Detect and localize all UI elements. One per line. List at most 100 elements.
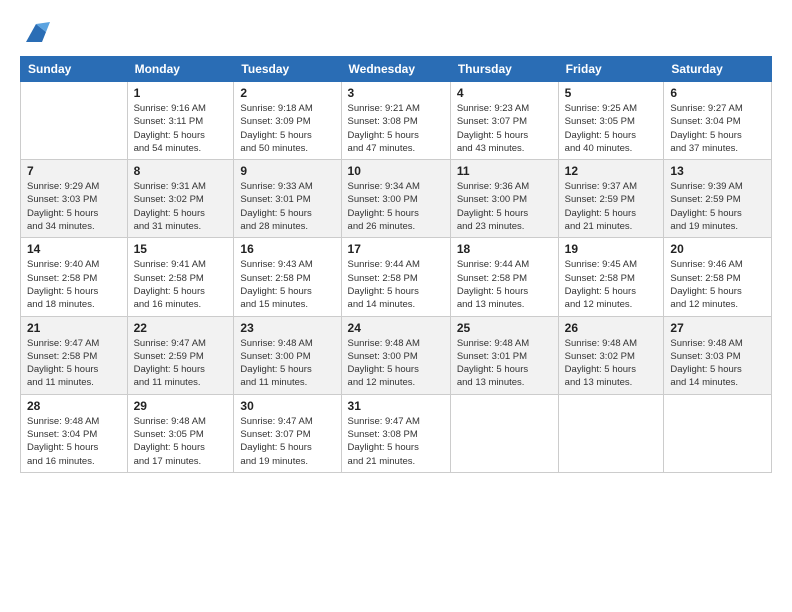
day-number: 16 (240, 242, 334, 256)
week-row-1: 1 Sunrise: 9:16 AM Sunset: 3:11 PM Daylig… (21, 82, 772, 160)
day-cell: 3Sunrise: 9:21 AM Sunset: 3:08 PM Daylig… (341, 82, 450, 160)
day-info: Sunrise: 9:23 AM Sunset: 3:07 PM Dayligh… (457, 102, 552, 155)
week-row-2: 7 Sunrise: 9:29 AM Sunset: 3:03 PM Daylig… (21, 160, 772, 238)
day-cell: 11Sunrise: 9:36 AM Sunset: 3:00 PM Dayli… (450, 160, 558, 238)
day-cell: 31Sunrise: 9:47 AM Sunset: 3:08 PM Dayli… (341, 394, 450, 472)
day-number: 17 (348, 242, 444, 256)
day-number: 23 (240, 321, 334, 335)
day-number: 18 (457, 242, 552, 256)
day-number: 4 (457, 86, 552, 100)
day-cell: 6 Sunrise: 9:27 AM Sunset: 3:04 PM Daylig… (664, 82, 772, 160)
day-info: Sunrise: 9:21 AM Sunset: 3:08 PM Dayligh… (348, 102, 444, 155)
day-cell: 27 Sunrise: 9:48 AM Sunset: 3:03 PM Dayli… (664, 316, 772, 394)
col-header-monday: Monday (127, 57, 234, 82)
day-number: 10 (348, 164, 444, 178)
day-info: Sunrise: 9:48 AM Sunset: 3:04 PM Dayligh… (27, 415, 121, 468)
day-cell: 8Sunrise: 9:31 AM Sunset: 3:02 PM Daylig… (127, 160, 234, 238)
day-info: Sunrise: 9:48 AM Sunset: 3:02 PM Dayligh… (565, 337, 658, 390)
logo (20, 18, 50, 46)
day-cell: 4 Sunrise: 9:23 AM Sunset: 3:07 PM Daylig… (450, 82, 558, 160)
day-info: Sunrise: 9:48 AM Sunset: 3:03 PM Dayligh… (670, 337, 765, 390)
day-number: 26 (565, 321, 658, 335)
day-number: 14 (27, 242, 121, 256)
day-cell: 19 Sunrise: 9:45 AM Sunset: 2:58 PM Dayli… (558, 238, 664, 316)
day-info: Sunrise: 9:47 AM Sunset: 3:08 PM Dayligh… (348, 415, 444, 468)
day-cell: 20 Sunrise: 9:46 AM Sunset: 2:58 PM Dayli… (664, 238, 772, 316)
day-info: Sunrise: 9:34 AM Sunset: 3:00 PM Dayligh… (348, 180, 444, 233)
day-cell (21, 82, 128, 160)
day-cell: 25Sunrise: 9:48 AM Sunset: 3:01 PM Dayli… (450, 316, 558, 394)
day-cell: 26 Sunrise: 9:48 AM Sunset: 3:02 PM Dayli… (558, 316, 664, 394)
day-info: Sunrise: 9:47 AM Sunset: 2:58 PM Dayligh… (27, 337, 121, 390)
day-cell: 16 Sunrise: 9:43 AM Sunset: 2:58 PM Dayli… (234, 238, 341, 316)
day-number: 13 (670, 164, 765, 178)
day-number: 19 (565, 242, 658, 256)
day-number: 27 (670, 321, 765, 335)
day-number: 6 (670, 86, 765, 100)
week-row-3: 14 Sunrise: 9:40 AM Sunset: 2:58 PM Dayli… (21, 238, 772, 316)
day-number: 29 (134, 399, 228, 413)
day-info: Sunrise: 9:37 AM Sunset: 2:59 PM Dayligh… (565, 180, 658, 233)
day-cell: 14 Sunrise: 9:40 AM Sunset: 2:58 PM Dayli… (21, 238, 128, 316)
col-header-saturday: Saturday (664, 57, 772, 82)
day-number: 20 (670, 242, 765, 256)
page: SundayMondayTuesdayWednesdayThursdayFrid… (0, 0, 792, 612)
week-row-4: 21 Sunrise: 9:47 AM Sunset: 2:58 PM Dayli… (21, 316, 772, 394)
col-header-thursday: Thursday (450, 57, 558, 82)
day-cell: 23 Sunrise: 9:48 AM Sunset: 3:00 PM Dayli… (234, 316, 341, 394)
day-info: Sunrise: 9:48 AM Sunset: 3:01 PM Dayligh… (457, 337, 552, 390)
day-info: Sunrise: 9:48 AM Sunset: 3:00 PM Dayligh… (348, 337, 444, 390)
day-info: Sunrise: 9:47 AM Sunset: 3:07 PM Dayligh… (240, 415, 334, 468)
calendar-table: SundayMondayTuesdayWednesdayThursdayFrid… (20, 56, 772, 473)
col-header-friday: Friday (558, 57, 664, 82)
day-info: Sunrise: 9:39 AM Sunset: 2:59 PM Dayligh… (670, 180, 765, 233)
day-number: 22 (134, 321, 228, 335)
day-cell: 10 Sunrise: 9:34 AM Sunset: 3:00 PM Dayli… (341, 160, 450, 238)
day-cell: 9 Sunrise: 9:33 AM Sunset: 3:01 PM Daylig… (234, 160, 341, 238)
day-cell: 22 Sunrise: 9:47 AM Sunset: 2:59 PM Dayli… (127, 316, 234, 394)
day-info: Sunrise: 9:45 AM Sunset: 2:58 PM Dayligh… (565, 258, 658, 311)
day-number: 9 (240, 164, 334, 178)
day-cell: 21 Sunrise: 9:47 AM Sunset: 2:58 PM Dayli… (21, 316, 128, 394)
day-cell: 18 Sunrise: 9:44 AM Sunset: 2:58 PM Dayli… (450, 238, 558, 316)
day-number: 24 (348, 321, 444, 335)
day-cell: 5 Sunrise: 9:25 AM Sunset: 3:05 PM Daylig… (558, 82, 664, 160)
day-number: 30 (240, 399, 334, 413)
calendar-header-row: SundayMondayTuesdayWednesdayThursdayFrid… (21, 57, 772, 82)
day-cell (664, 394, 772, 472)
day-cell: 13 Sunrise: 9:39 AM Sunset: 2:59 PM Dayli… (664, 160, 772, 238)
day-info: Sunrise: 9:41 AM Sunset: 2:58 PM Dayligh… (134, 258, 228, 311)
day-info: Sunrise: 9:25 AM Sunset: 3:05 PM Dayligh… (565, 102, 658, 155)
day-info: Sunrise: 9:36 AM Sunset: 3:00 PM Dayligh… (457, 180, 552, 233)
day-info: Sunrise: 9:16 AM Sunset: 3:11 PM Dayligh… (134, 102, 228, 155)
day-number: 1 (134, 86, 228, 100)
day-number: 28 (27, 399, 121, 413)
day-info: Sunrise: 9:40 AM Sunset: 2:58 PM Dayligh… (27, 258, 121, 311)
col-header-tuesday: Tuesday (234, 57, 341, 82)
day-info: Sunrise: 9:44 AM Sunset: 2:58 PM Dayligh… (457, 258, 552, 311)
day-number: 2 (240, 86, 334, 100)
day-info: Sunrise: 9:47 AM Sunset: 2:59 PM Dayligh… (134, 337, 228, 390)
day-number: 5 (565, 86, 658, 100)
day-cell: 7 Sunrise: 9:29 AM Sunset: 3:03 PM Daylig… (21, 160, 128, 238)
day-cell: 29Sunrise: 9:48 AM Sunset: 3:05 PM Dayli… (127, 394, 234, 472)
day-number: 7 (27, 164, 121, 178)
day-info: Sunrise: 9:27 AM Sunset: 3:04 PM Dayligh… (670, 102, 765, 155)
day-info: Sunrise: 9:29 AM Sunset: 3:03 PM Dayligh… (27, 180, 121, 233)
day-info: Sunrise: 9:33 AM Sunset: 3:01 PM Dayligh… (240, 180, 334, 233)
day-info: Sunrise: 9:46 AM Sunset: 2:58 PM Dayligh… (670, 258, 765, 311)
week-row-5: 28 Sunrise: 9:48 AM Sunset: 3:04 PM Dayli… (21, 394, 772, 472)
header (20, 18, 772, 46)
day-number: 15 (134, 242, 228, 256)
day-info: Sunrise: 9:43 AM Sunset: 2:58 PM Dayligh… (240, 258, 334, 311)
day-cell: 28 Sunrise: 9:48 AM Sunset: 3:04 PM Dayli… (21, 394, 128, 472)
logo-icon (22, 18, 50, 46)
day-number: 21 (27, 321, 121, 335)
day-cell: 1 Sunrise: 9:16 AM Sunset: 3:11 PM Daylig… (127, 82, 234, 160)
col-header-sunday: Sunday (21, 57, 128, 82)
day-cell: 17Sunrise: 9:44 AM Sunset: 2:58 PM Dayli… (341, 238, 450, 316)
col-header-wednesday: Wednesday (341, 57, 450, 82)
day-cell: 15 Sunrise: 9:41 AM Sunset: 2:58 PM Dayli… (127, 238, 234, 316)
day-cell: 2Sunrise: 9:18 AM Sunset: 3:09 PM Daylig… (234, 82, 341, 160)
day-info: Sunrise: 9:48 AM Sunset: 3:00 PM Dayligh… (240, 337, 334, 390)
